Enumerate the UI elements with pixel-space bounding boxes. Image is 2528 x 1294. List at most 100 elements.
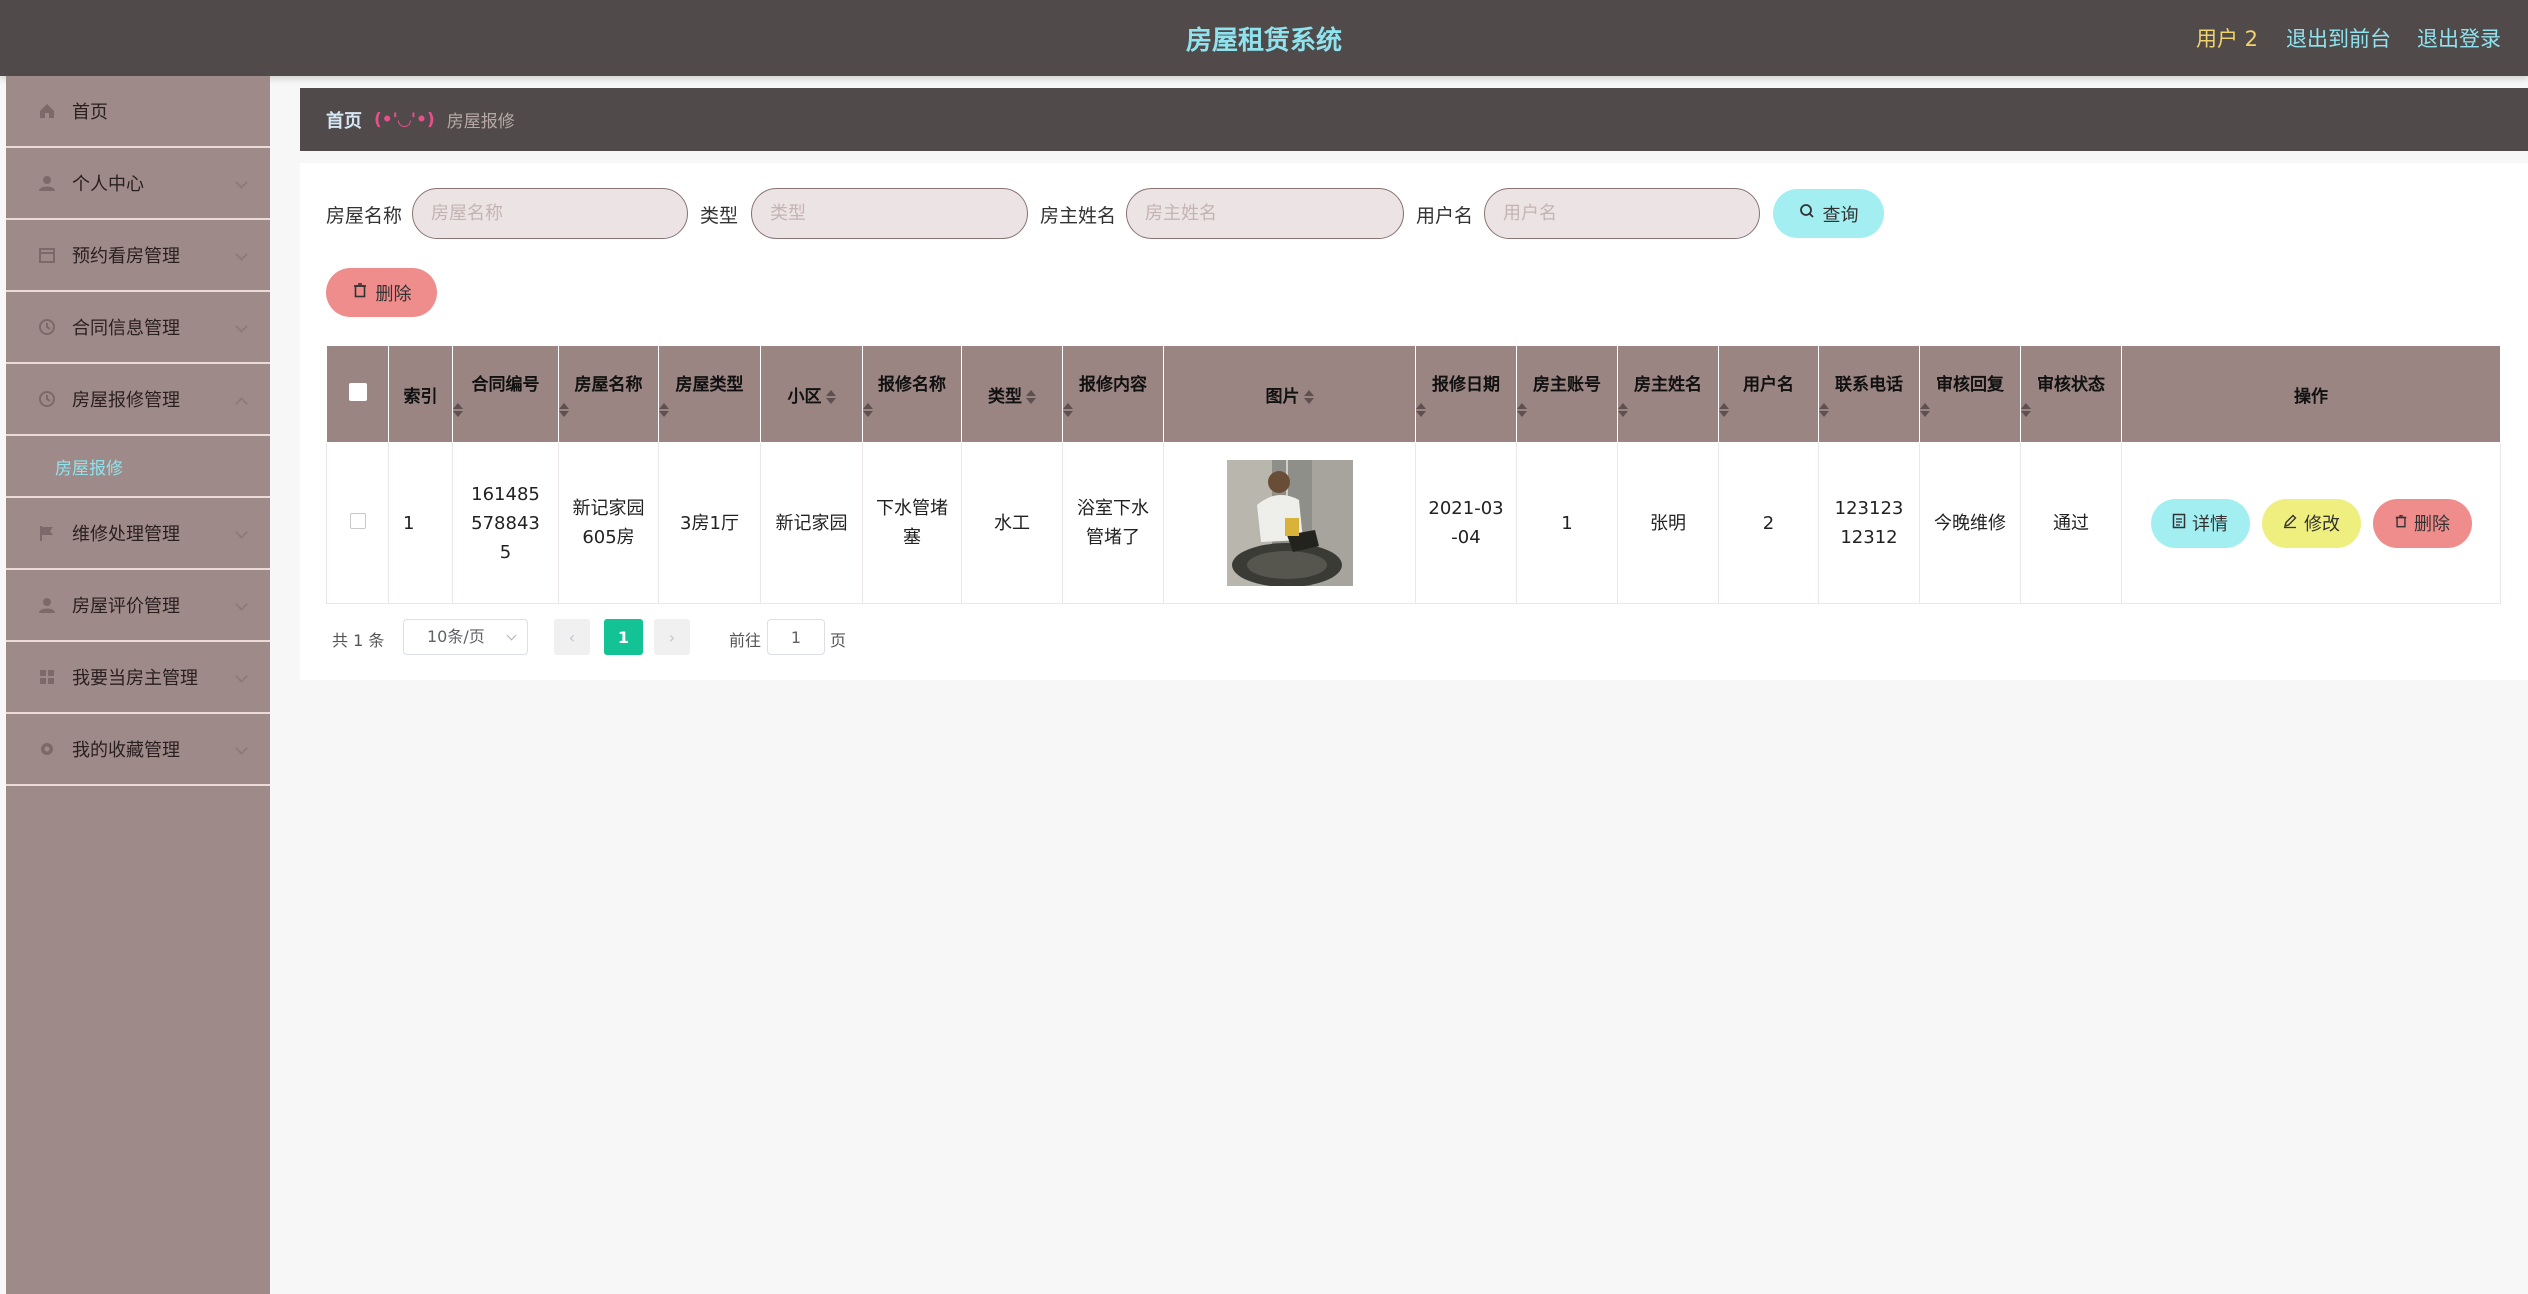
sort-icon[interactable]	[453, 402, 558, 417]
app-title: 房屋租赁系统	[1185, 26, 1342, 56]
sort-icon[interactable]	[1819, 402, 1919, 417]
username-label: 用户名	[1416, 205, 1474, 227]
column-header[interactable]: 报修名称	[862, 345, 962, 443]
sidebar-item-label: 我要当房主管理	[72, 668, 198, 689]
cell-actions: 详情 修改 删除	[2121, 442, 2501, 604]
bulk-delete-label: 删除	[375, 283, 412, 305]
trash-icon	[352, 282, 368, 303]
house-name-input[interactable]	[412, 188, 688, 239]
sort-icon[interactable]	[1303, 388, 1314, 406]
sidebar-item-viewing-appointments[interactable]: 预约看房管理	[6, 220, 270, 292]
column-header[interactable]: 房主账号	[1516, 345, 1618, 443]
column-header[interactable]: 房屋类型	[658, 345, 761, 443]
search-icon	[1799, 203, 1815, 224]
table-header-row: 索引 合同编号 房屋名称 房屋类型 小区 报修名称 类型 报修内容 图片 报修日…	[326, 345, 2501, 443]
column-header[interactable]: 审核回复	[1919, 345, 2021, 443]
select-all-checkbox[interactable]	[348, 382, 367, 401]
cell-house-name: 新记家园605房	[558, 442, 659, 604]
breadcrumb-home[interactable]: 首页	[326, 107, 362, 133]
column-header[interactable]: 类型	[961, 345, 1063, 443]
sort-icon[interactable]	[825, 388, 836, 406]
type-input[interactable]	[751, 188, 1028, 239]
sidebar: 首页 个人中心 预约看房管理 合同信息管理 房屋报修管理 房屋报修 维修处理管理…	[6, 76, 270, 1294]
sort-icon[interactable]	[1719, 402, 1818, 417]
delete-button[interactable]: 删除	[2372, 498, 2472, 548]
logout-link[interactable]: 退出登录	[2417, 23, 2501, 53]
sort-icon[interactable]	[1026, 388, 1036, 406]
top-header: 房屋租赁系统 用户 2 退出到前台 退出登录	[0, 0, 2528, 76]
sidebar-item-become-owner[interactable]: 我要当房主管理	[6, 642, 270, 714]
sidebar-item-label: 合同信息管理	[72, 318, 180, 339]
column-header[interactable]: 合同编号	[452, 345, 559, 443]
user-icon	[36, 594, 58, 616]
gear-icon	[36, 738, 58, 760]
sidebar-item-label: 预约看房管理	[72, 246, 180, 267]
cell-owner-account: 1	[1516, 442, 1618, 604]
query-button[interactable]: 查询	[1773, 189, 1884, 238]
sidebar-item-favorites[interactable]: 我的收藏管理	[6, 714, 270, 786]
cell-phone: 12312312312	[1818, 442, 1920, 604]
sort-icon[interactable]	[559, 402, 658, 417]
sort-icon[interactable]	[1063, 402, 1163, 417]
sidebar-item-label: 维修处理管理	[72, 524, 180, 545]
next-page-button[interactable]: ›	[654, 619, 690, 655]
sidebar-item-repair-management[interactable]: 房屋报修管理	[6, 364, 270, 436]
goto-page-input[interactable]	[767, 619, 825, 655]
column-header[interactable]: 报修内容	[1062, 345, 1164, 443]
sort-icon[interactable]	[863, 402, 961, 417]
home-icon	[36, 100, 58, 122]
row-select-cell[interactable]	[326, 442, 389, 604]
column-header[interactable]: 房屋名称	[558, 345, 659, 443]
cell-repair-content: 浴室下水管堵了	[1062, 442, 1164, 604]
sidebar-subitem-house-repair[interactable]: 房屋报修	[6, 436, 270, 498]
sidebar-item-home[interactable]: 首页	[6, 76, 270, 148]
row-checkbox[interactable]	[349, 512, 366, 529]
type-label: 类型	[700, 205, 739, 227]
detail-button[interactable]: 详情	[2150, 498, 2250, 548]
column-header[interactable]: 房主姓名	[1617, 345, 1719, 443]
grid-icon	[36, 666, 58, 688]
repair-photo[interactable]	[1226, 460, 1353, 586]
sort-icon[interactable]	[1920, 402, 2020, 417]
chevron-down-icon	[235, 248, 248, 261]
sidebar-item-label: 个人中心	[72, 174, 144, 195]
cell-review-reply: 今晚维修	[1919, 442, 2021, 604]
bulk-delete-button[interactable]: 删除	[326, 268, 437, 317]
cell-repair-name: 下水管堵塞	[862, 442, 962, 604]
owner-name-input[interactable]	[1126, 188, 1404, 239]
edit-button[interactable]: 修改	[2261, 498, 2361, 548]
prev-page-button[interactable]: ‹	[554, 619, 590, 655]
table-row: 1 1614855788435 新记家园605房 3房1厅 新记家园 下水管堵塞…	[326, 442, 2501, 604]
cell-repair-date: 2021-03-04	[1415, 442, 1517, 604]
sidebar-item-contracts[interactable]: 合同信息管理	[6, 292, 270, 364]
sidebar-item-personal-center[interactable]: 个人中心	[6, 148, 270, 220]
pagination-total: 共 1 条	[332, 631, 385, 650]
cell-owner-name: 张明	[1617, 442, 1719, 604]
column-header[interactable]: 小区	[760, 345, 863, 443]
sidebar-item-house-reviews[interactable]: 房屋评价管理	[6, 570, 270, 642]
sort-icon[interactable]	[1618, 402, 1718, 417]
sort-icon[interactable]	[2021, 402, 2121, 417]
select-all-cell[interactable]	[326, 345, 389, 443]
column-header[interactable]: 报修日期	[1415, 345, 1517, 443]
sort-icon[interactable]	[1416, 402, 1516, 417]
username-input[interactable]	[1484, 188, 1760, 239]
column-header[interactable]: 图片	[1163, 345, 1416, 443]
sort-icon[interactable]	[659, 402, 760, 417]
sidebar-item-maintenance[interactable]: 维修处理管理	[6, 498, 270, 570]
sidebar-item-label: 我的收藏管理	[72, 740, 180, 761]
cell-type: 水工	[961, 442, 1063, 604]
column-header[interactable]: 用户名	[1718, 345, 1819, 443]
chevron-down-icon	[235, 598, 248, 611]
sidebar-subitem-label: 房屋报修	[55, 458, 123, 479]
sidebar-item-label: 房屋评价管理	[72, 596, 180, 617]
sort-icon[interactable]	[1517, 402, 1617, 417]
user-icon	[36, 172, 58, 194]
chevron-down-icon	[235, 320, 248, 333]
exit-to-front-link[interactable]: 退出到前台	[2286, 23, 2391, 53]
page-size-select[interactable]: 10条/页	[403, 619, 528, 655]
column-header[interactable]: 联系电话	[1818, 345, 1920, 443]
page-number-current[interactable]: 1	[604, 619, 643, 655]
column-header[interactable]: 审核状态	[2020, 345, 2122, 443]
breadcrumb: 首页 (•'◡'•) 房屋报修	[300, 88, 2528, 151]
